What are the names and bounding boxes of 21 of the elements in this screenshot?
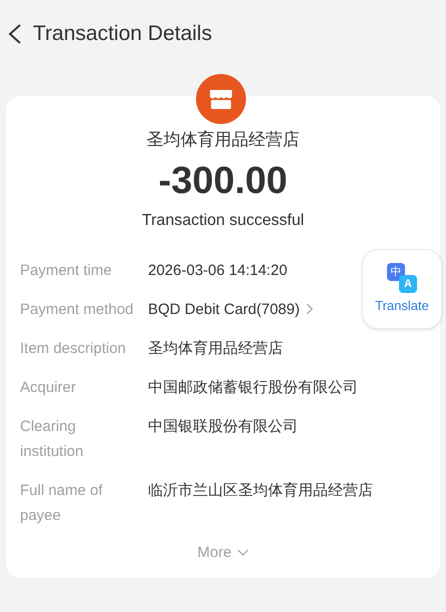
more-button[interactable]: More bbox=[197, 542, 249, 564]
detail-value: 圣均体育用品经营店 bbox=[148, 338, 283, 358]
transaction-status: Transaction successful bbox=[142, 210, 304, 230]
detail-label: Payment time bbox=[20, 260, 113, 280]
chevron-down-icon bbox=[236, 548, 249, 557]
detail-label: Acquirer bbox=[20, 378, 77, 398]
back-icon[interactable] bbox=[7, 23, 23, 45]
translate-button[interactable]: 中 A Translate bbox=[362, 249, 442, 329]
detail-value: 中国邮政储蓄银行股份有限公司 bbox=[148, 378, 358, 398]
merchant-name: 圣均体育用品经营店 bbox=[146, 129, 300, 151]
amount: -300.00 bbox=[158, 158, 288, 204]
detail-label: Payment method bbox=[20, 300, 134, 320]
page-title: Transaction Details bbox=[33, 21, 212, 48]
detail-label: Item description bbox=[20, 338, 127, 358]
detail-value: 临沂市兰山区圣均体育用品经营店 bbox=[148, 480, 373, 500]
chevron-right-icon bbox=[306, 303, 313, 315]
payment-method-link[interactable]: BQD Debit Card(7089) bbox=[148, 296, 313, 322]
detail-value: 2026-03-06 14:14:20 bbox=[148, 260, 288, 280]
detail-label: Full name of payee bbox=[20, 480, 104, 526]
detail-value: 中国银联股份有限公司 bbox=[148, 416, 298, 436]
detail-label: Clearing institution bbox=[20, 416, 84, 462]
